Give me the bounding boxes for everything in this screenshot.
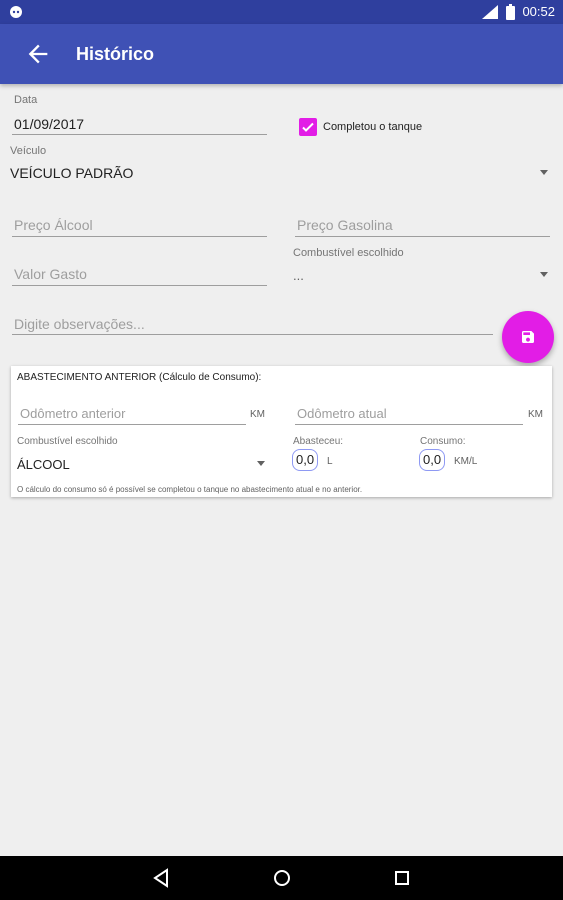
navigation-bar <box>0 856 563 900</box>
fuel-chosen-select[interactable]: ... <box>293 268 304 283</box>
consumption-value: 0,0 <box>419 449 446 471</box>
notification-icon <box>10 6 22 18</box>
date-label: Data <box>14 94 38 106</box>
vehicle-label: Veículo <box>10 145 47 157</box>
previous-fuel-label: Combustível escolhido <box>17 436 118 447</box>
signal-icon <box>482 5 498 19</box>
amount-spent-input[interactable]: Valor Gasto <box>14 266 87 282</box>
odometer-current-unit: KM <box>528 409 543 420</box>
consumption-note: O cálculo do consumo só é possível se co… <box>17 485 363 494</box>
price-alcohol-underline <box>12 236 267 237</box>
checkbox-checked-icon <box>302 122 314 132</box>
card-title: ABASTECIMENTO ANTERIOR (Cálculo de Consu… <box>17 372 262 383</box>
fueled-value: 0,0 <box>292 449 319 471</box>
fuel-chosen-label: Combustível escolhido <box>293 247 404 259</box>
previous-fuel-select[interactable]: ÁLCOOL <box>17 457 70 472</box>
price-gasoline-underline <box>295 236 550 237</box>
page-title: Histórico <box>76 44 155 64</box>
odometer-previous-input[interactable]: Odômetro anterior <box>20 406 126 421</box>
previous-refuel-card: ABASTECIMENTO ANTERIOR (Cálculo de Consu… <box>11 366 552 497</box>
consumption-label: Consumo: <box>420 436 466 447</box>
tank-full-label[interactable]: Completou o tanque <box>323 121 422 133</box>
dropdown-arrow-icon[interactable] <box>257 461 265 466</box>
fueled-label: Abasteceu: <box>293 436 344 447</box>
back-arrow-icon[interactable] <box>24 40 52 68</box>
nav-recents-icon[interactable] <box>392 868 412 888</box>
consumption-unit: KM/L <box>454 456 478 467</box>
dropdown-arrow-icon[interactable] <box>540 170 548 175</box>
odometer-current-input[interactable]: Odômetro atual <box>297 406 387 421</box>
tank-full-checkbox[interactable] <box>299 118 317 136</box>
notes-underline <box>12 334 493 335</box>
odometer-previous-underline <box>18 424 246 425</box>
date-field[interactable]: 01/09/2017 <box>14 116 84 132</box>
app-bar: Histórico <box>0 24 563 84</box>
fueled-unit: L <box>327 456 333 467</box>
notes-input[interactable]: Digite observações... <box>14 316 145 332</box>
odometer-previous-unit: KM <box>250 409 265 420</box>
amount-spent-underline <box>12 285 267 286</box>
nav-home-icon[interactable] <box>272 868 292 888</box>
save-icon <box>522 331 534 343</box>
status-bar: 00:52 <box>0 0 563 24</box>
price-alcohol-input[interactable]: Preço Álcool <box>14 217 93 233</box>
battery-icon <box>506 4 515 20</box>
nav-back-icon[interactable] <box>152 868 172 888</box>
status-time: 00:52 <box>522 4 555 19</box>
dropdown-arrow-icon[interactable] <box>540 272 548 277</box>
odometer-current-underline <box>295 424 523 425</box>
save-button[interactable] <box>502 311 554 363</box>
date-underline <box>12 134 267 135</box>
price-gasoline-input[interactable]: Preço Gasolina <box>297 217 393 233</box>
vehicle-select[interactable]: VEÍCULO PADRÃO <box>10 165 133 181</box>
